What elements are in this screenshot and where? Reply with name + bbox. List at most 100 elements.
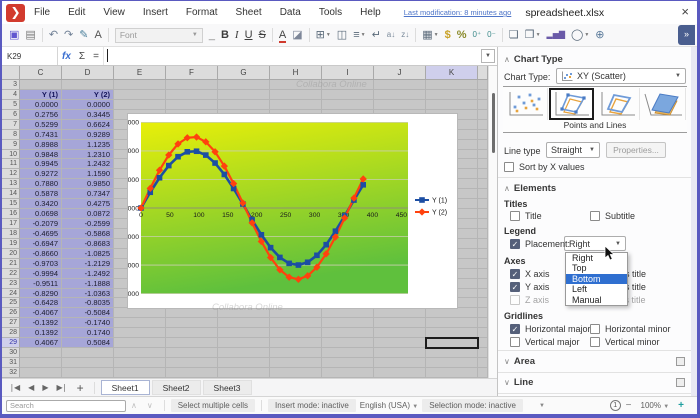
font-name-combo[interactable]: Font▼ xyxy=(115,28,203,43)
cell[interactable] xyxy=(426,80,478,90)
select-all-corner[interactable] xyxy=(2,66,20,80)
cell[interactable]: -0.8290 xyxy=(20,289,62,299)
embedded-chart[interactable]: -1.5000-1.0000-0.50000.00000.50001.00001… xyxy=(127,113,458,309)
menu-view[interactable]: View xyxy=(94,1,134,24)
legend-placement-combobox[interactable]: Right ▼ xyxy=(564,236,626,251)
checkbox[interactable] xyxy=(510,295,520,305)
checkbox[interactable] xyxy=(590,211,600,221)
cell[interactable]: -1.0825 xyxy=(62,249,114,259)
row-header-3[interactable]: 3 xyxy=(2,80,20,90)
row-header-7[interactable]: 7 xyxy=(2,120,20,130)
axis-checkbox-2[interactable]: Z axis xyxy=(510,295,549,305)
cell[interactable] xyxy=(166,338,218,348)
gridline-checkbox-0[interactable]: ✓Horizontal major xyxy=(510,324,591,334)
row-header-13[interactable]: 13 xyxy=(2,179,20,189)
axis-checkbox-0[interactable]: ✓X axis xyxy=(510,269,550,279)
vertical-scrollbar[interactable] xyxy=(488,66,497,378)
cell[interactable] xyxy=(478,338,488,348)
cell[interactable]: 0.5299 xyxy=(20,120,62,130)
cell[interactable] xyxy=(114,100,166,110)
cell[interactable]: -0.2079 xyxy=(20,219,62,229)
cell[interactable] xyxy=(114,80,166,90)
cell[interactable] xyxy=(426,358,478,368)
cell[interactable] xyxy=(166,100,218,110)
cell[interactable] xyxy=(20,368,62,378)
cell[interactable]: -0.4695 xyxy=(20,229,62,239)
row-header-25[interactable]: 25 xyxy=(2,298,20,308)
row-header-16[interactable]: 16 xyxy=(2,209,20,219)
cell[interactable]: 0.3445 xyxy=(62,110,114,120)
last-modification-link[interactable]: Last modification: 8 minutes ago xyxy=(404,8,512,17)
cell[interactable] xyxy=(20,358,62,368)
sheet-tab-sheet1[interactable]: Sheet1 xyxy=(101,380,150,395)
row-header-31[interactable]: 31 xyxy=(2,358,20,368)
gridline-checkbox-1[interactable]: Horizontal minor xyxy=(590,324,671,334)
cell[interactable] xyxy=(426,90,478,100)
cell[interactable]: 0.4275 xyxy=(62,199,114,209)
cell[interactable]: -0.5868 xyxy=(62,229,114,239)
cell[interactable] xyxy=(218,80,270,90)
zoom-out-button[interactable]: − xyxy=(621,400,637,411)
properties-button[interactable]: Properties... xyxy=(606,142,666,158)
row-header-15[interactable]: 15 xyxy=(2,199,20,209)
checkbox[interactable] xyxy=(504,162,514,172)
insert-mode-status[interactable]: Insert mode: inactive xyxy=(268,399,356,412)
checkbox[interactable] xyxy=(510,211,520,221)
dropdown-option-top[interactable]: Top xyxy=(566,263,627,273)
cell[interactable]: 1.2310 xyxy=(62,150,114,160)
row-header-10[interactable]: 10 xyxy=(2,150,20,160)
cell[interactable]: 1.1590 xyxy=(62,169,114,179)
cell[interactable] xyxy=(62,358,114,368)
cell[interactable]: 0.5084 xyxy=(62,338,114,348)
cell[interactable] xyxy=(270,338,322,348)
cell[interactable] xyxy=(218,318,270,328)
cell[interactable] xyxy=(114,358,166,368)
cell[interactable]: -0.6428 xyxy=(20,298,62,308)
cell[interactable] xyxy=(478,249,488,259)
add-decimal-icon[interactable]: 0⁺ xyxy=(471,25,484,45)
sort-ascending-icon[interactable]: a↓ xyxy=(385,25,397,45)
clone-formatting-icon[interactable]: ✎ xyxy=(77,25,90,45)
cell[interactable] xyxy=(478,308,488,318)
cell[interactable] xyxy=(478,189,488,199)
cell[interactable] xyxy=(478,130,488,140)
menu-file[interactable]: File xyxy=(25,1,59,24)
cell[interactable] xyxy=(114,368,166,378)
strikethrough-icon[interactable]: S xyxy=(257,25,268,45)
sort-descending-icon[interactable]: z↓ xyxy=(399,25,411,45)
column-header-I[interactable]: I xyxy=(322,66,374,80)
cell[interactable] xyxy=(322,338,374,348)
toolbar-more-button[interactable]: » xyxy=(678,25,695,45)
cell[interactable] xyxy=(374,90,426,100)
cell[interactable]: -0.9511 xyxy=(20,279,62,289)
function-wizard-icon[interactable]: fx xyxy=(58,51,75,62)
row-header-23[interactable]: 23 xyxy=(2,279,20,289)
cell[interactable]: -0.8683 xyxy=(62,239,114,249)
row-header-12[interactable]: 12 xyxy=(2,169,20,179)
cell[interactable] xyxy=(62,348,114,358)
sheet-tab-sheet3[interactable]: Sheet3 xyxy=(203,380,252,395)
cell[interactable] xyxy=(478,279,488,289)
cell[interactable] xyxy=(270,318,322,328)
print-icon[interactable]: ▤ xyxy=(23,25,37,45)
cell[interactable]: 0.9289 xyxy=(62,130,114,140)
cell-name-box[interactable]: K29 xyxy=(2,47,58,65)
cell[interactable] xyxy=(374,328,426,338)
search-previous-icon[interactable]: ∧ xyxy=(126,401,142,410)
wrap-text-icon[interactable]: ↵ xyxy=(370,25,383,45)
cell[interactable]: -0.9994 xyxy=(20,269,62,279)
row-header-8[interactable]: 8 xyxy=(2,130,20,140)
cell[interactable] xyxy=(322,328,374,338)
dropdown-option-manual[interactable]: Manual xyxy=(566,295,627,305)
cell[interactable] xyxy=(426,348,478,358)
column-header-J[interactable]: J xyxy=(374,66,426,80)
font-size-box[interactable]: _ xyxy=(207,25,217,45)
line-dialog-launcher-icon[interactable] xyxy=(676,378,685,387)
cell[interactable]: -0.8035 xyxy=(62,298,114,308)
checkbox[interactable]: ✓ xyxy=(510,239,520,249)
column-header-G[interactable]: G xyxy=(218,66,270,80)
insert-image-icon[interactable]: ❒▼ xyxy=(523,25,543,45)
cell[interactable] xyxy=(20,80,62,90)
row-header-9[interactable]: 9 xyxy=(2,140,20,150)
zoom-in-button[interactable]: + xyxy=(673,400,689,411)
